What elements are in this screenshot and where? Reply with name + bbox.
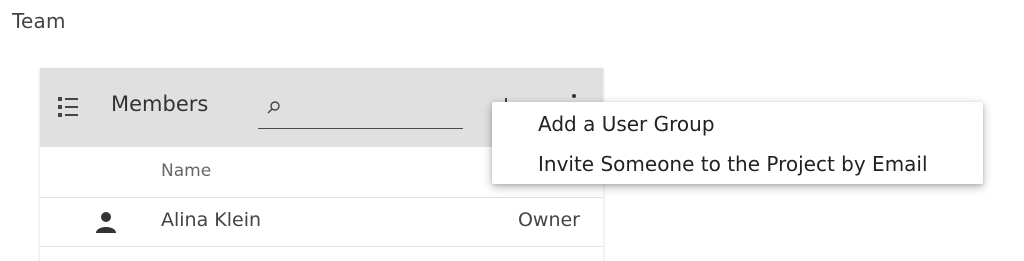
search-input[interactable] (286, 98, 460, 124)
page-title: Team (12, 9, 66, 33)
column-header-name[interactable]: Name (161, 161, 211, 181)
members-title: Members (111, 92, 209, 116)
menu-item-invite-by-email[interactable]: Invite Someone to the Project by Email (492, 144, 983, 184)
person-icon (94, 210, 118, 234)
member-name: Alina Klein (161, 209, 262, 231)
context-menu: Add a User Group Invite Someone to the P… (492, 102, 983, 184)
list-icon[interactable] (56, 95, 80, 119)
search-field[interactable] (258, 94, 463, 129)
table-row[interactable]: Alina Klein Owner (40, 198, 603, 247)
menu-item-label: Add a User Group (538, 112, 715, 136)
page: Team Members Name Alina Klein Owner Add … (0, 0, 1024, 261)
search-icon (266, 100, 282, 116)
menu-item-add-user-group[interactable]: Add a User Group (492, 104, 983, 144)
menu-item-label: Invite Someone to the Project by Email (538, 152, 928, 176)
member-role: Owner (517, 209, 580, 231)
